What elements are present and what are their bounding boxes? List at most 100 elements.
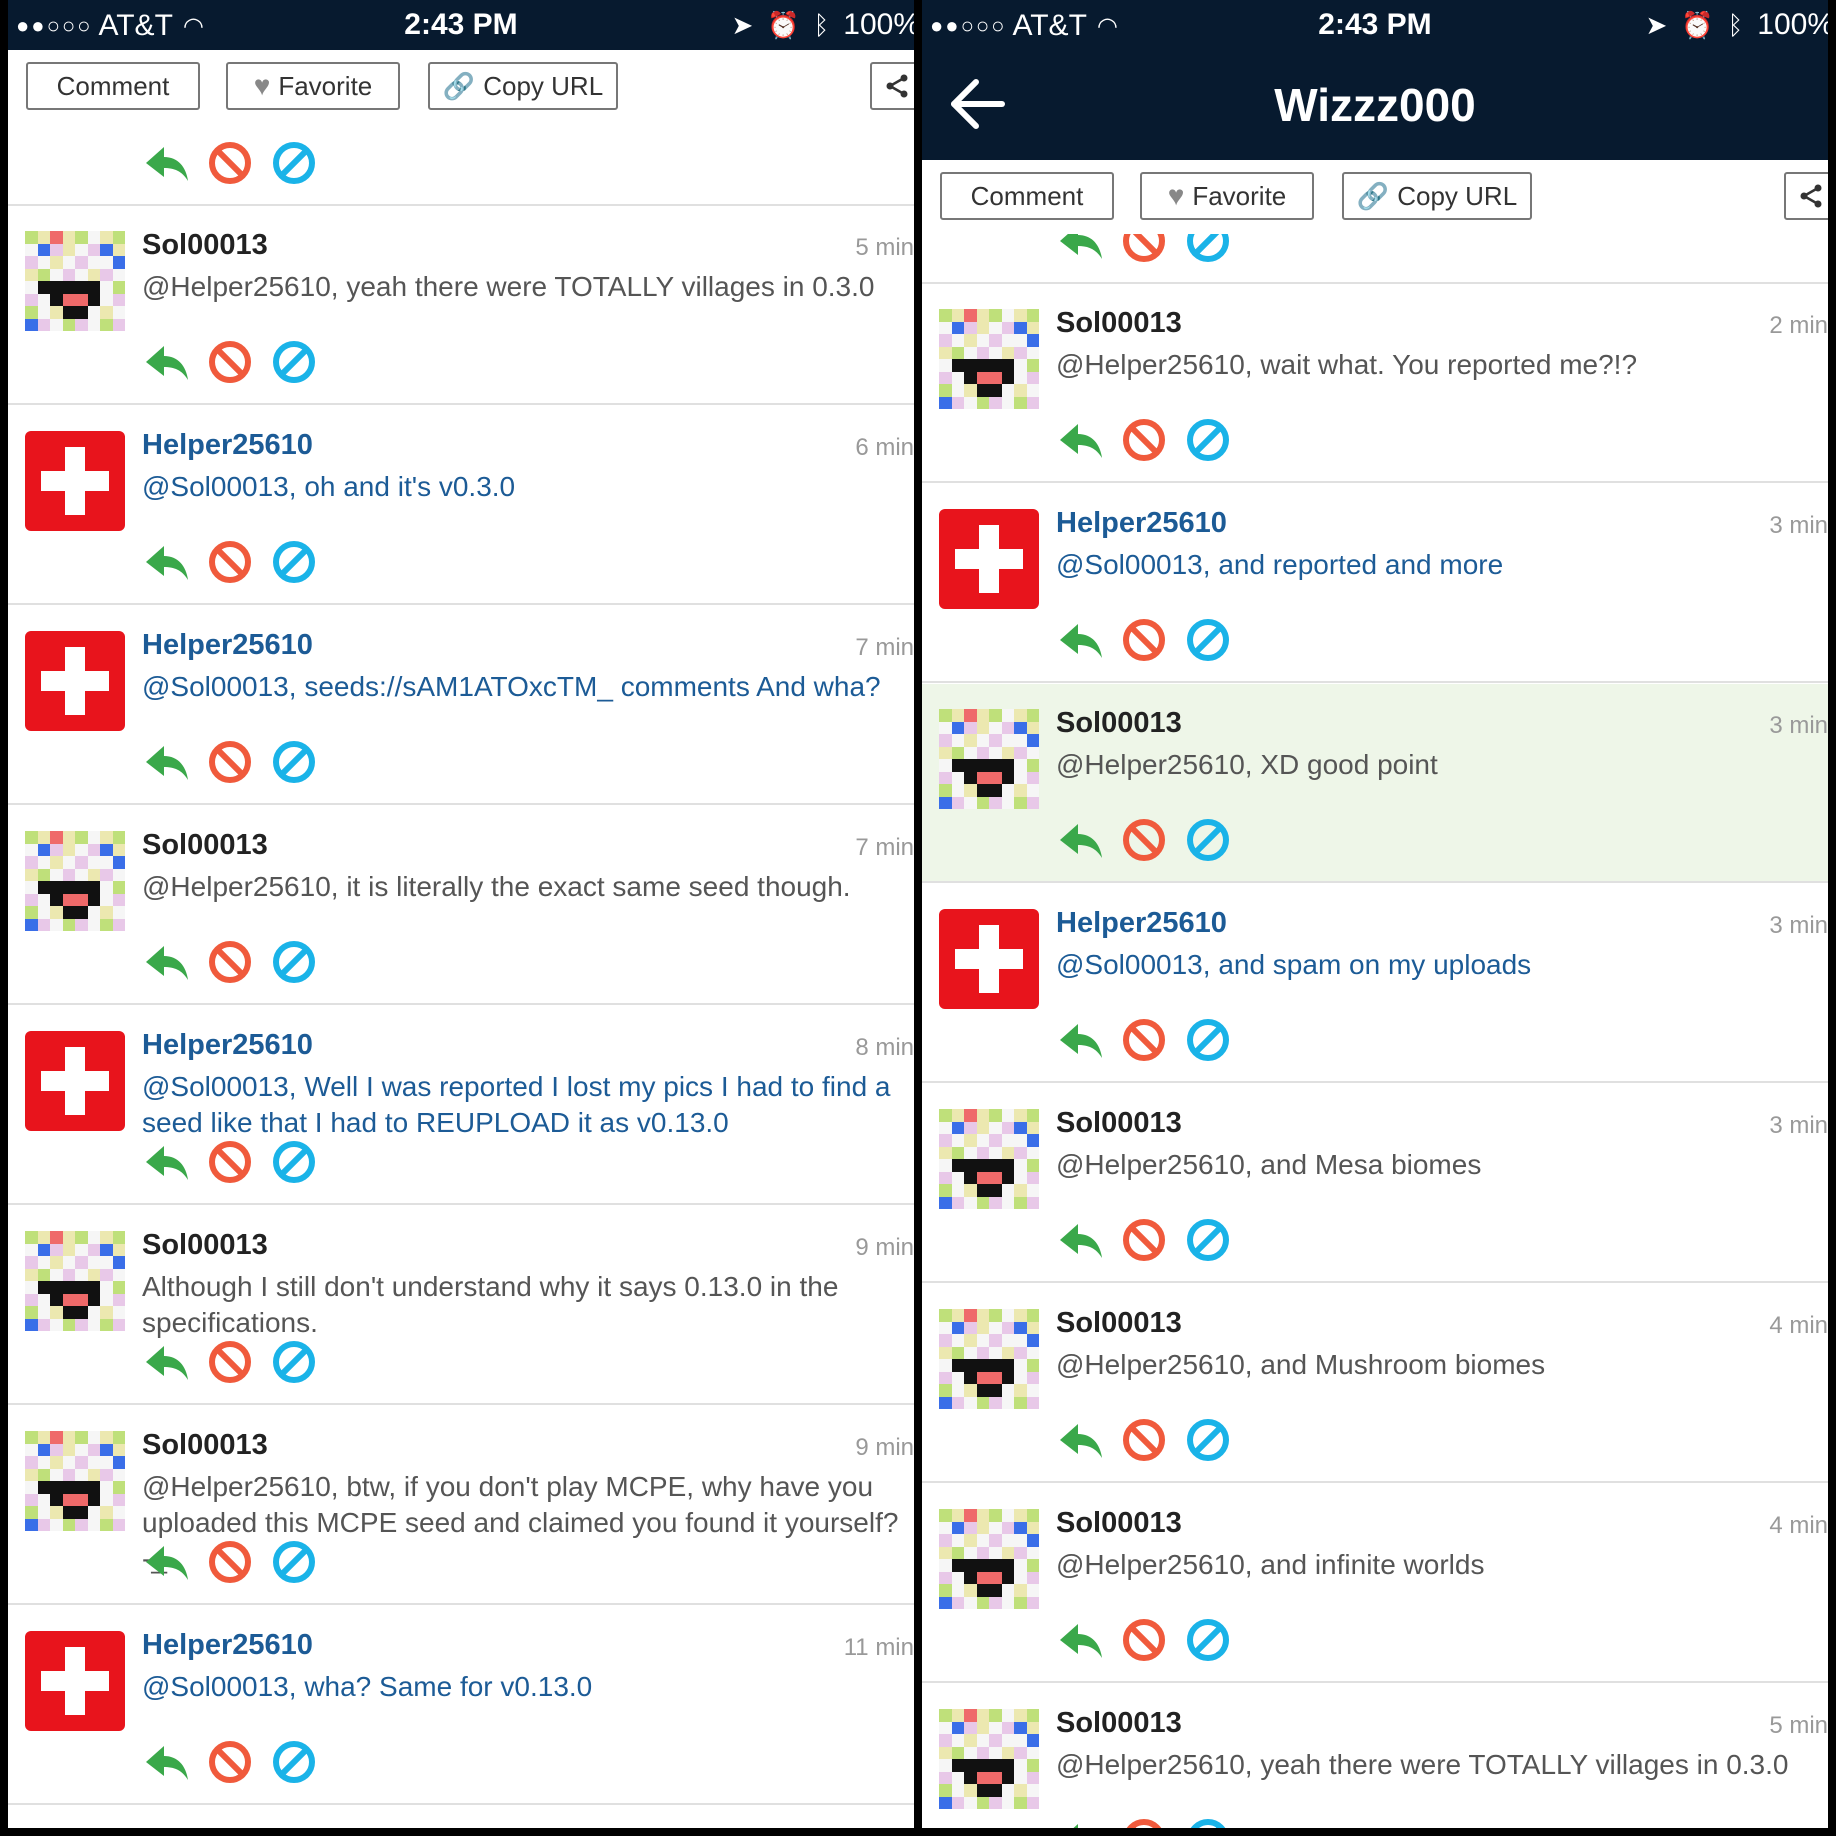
reply-arrow-icon[interactable] [1056, 1416, 1104, 1464]
list-item[interactable]: Sol00013 4 min @Helper25610, and infinite … [922, 1484, 1828, 1683]
comment-username[interactable]: Sol00013 [1056, 1707, 1182, 1740]
block-icon[interactable] [1120, 816, 1168, 864]
avatar[interactable] [25, 831, 125, 931]
list-item[interactable]: Sol00013 9 min Although I still don't unde… [8, 1206, 914, 1405]
block-icon[interactable] [1120, 1016, 1168, 1064]
block-icon[interactable] [1120, 616, 1168, 664]
reply-arrow-icon[interactable] [1056, 416, 1104, 464]
reply-arrow-icon[interactable] [142, 139, 190, 187]
report-icon[interactable] [1184, 1616, 1232, 1664]
report-icon[interactable] [1184, 416, 1232, 464]
avatar[interactable] [939, 309, 1039, 409]
reply-arrow-icon[interactable] [142, 938, 190, 986]
comment-username[interactable]: Sol00013 [142, 229, 268, 262]
share-button[interactable] [1784, 172, 1828, 220]
favorite-button[interactable]: ♥ Favorite [1140, 172, 1314, 220]
list-item[interactable]: Sol00013 5 min @Helper25610, yeah there we… [922, 1684, 1828, 1828]
report-icon[interactable] [1184, 1216, 1232, 1264]
reply-arrow-icon[interactable] [142, 738, 190, 786]
comment-username[interactable]: Helper25610 [1056, 507, 1227, 540]
block-icon[interactable] [1120, 234, 1168, 265]
list-item[interactable]: Sol00013 3 min @Helper25610, XD good point [922, 684, 1828, 883]
list-item[interactable]: Helper25610 3 min @Sol00013, and spam on m… [922, 884, 1828, 1083]
avatar[interactable] [939, 1709, 1039, 1809]
comment-username[interactable]: Helper25610 [142, 429, 313, 462]
block-icon[interactable] [1120, 1216, 1168, 1264]
block-icon[interactable] [1120, 1616, 1168, 1664]
block-icon[interactable] [206, 538, 254, 586]
list-item[interactable]: Helper25610 11 min @Sol00013, wha? Same fo… [8, 1606, 914, 1805]
list-item[interactable]: Helper25610 6 min @Sol00013, oh and it's v… [8, 406, 914, 605]
avatar[interactable] [939, 509, 1039, 609]
avatar[interactable] [939, 1109, 1039, 1209]
report-icon[interactable] [270, 538, 318, 586]
report-icon[interactable] [270, 1538, 318, 1586]
report-icon[interactable] [270, 938, 318, 986]
block-icon[interactable] [206, 1338, 254, 1386]
comment-button[interactable]: Comment [940, 172, 1114, 220]
favorite-button[interactable]: ♥ Favorite [226, 62, 400, 110]
comment-username[interactable]: Sol00013 [1056, 307, 1182, 340]
list-item[interactable]: Sol00013 5 min @Helper25610, yeah there we… [8, 206, 914, 405]
list-item[interactable]: Sol00013 9 min @Helper25610, btw, if you d… [8, 1406, 914, 1605]
reply-arrow-icon[interactable] [142, 538, 190, 586]
report-icon[interactable] [270, 139, 318, 187]
reply-arrow-icon[interactable] [1056, 816, 1104, 864]
block-icon[interactable] [206, 1138, 254, 1186]
report-icon[interactable] [1184, 1816, 1232, 1828]
comment-username[interactable]: Helper25610 [142, 1029, 313, 1062]
list-item[interactable]: Sol00013 3 min @Helper25610, and Mesa biom… [922, 1084, 1828, 1283]
block-icon[interactable] [206, 938, 254, 986]
block-icon[interactable] [206, 738, 254, 786]
avatar[interactable] [25, 431, 125, 531]
comment-username[interactable]: Sol00013 [142, 1429, 268, 1462]
reply-arrow-icon[interactable] [1056, 616, 1104, 664]
comment-username[interactable]: Helper25610 [1056, 907, 1227, 940]
avatar[interactable] [25, 1031, 125, 1131]
list-item[interactable]: Helper25610 8 min @Sol00013, Well I was re… [8, 1006, 914, 1205]
report-icon[interactable] [1184, 1416, 1232, 1464]
block-icon[interactable] [206, 338, 254, 386]
report-icon[interactable] [270, 1738, 318, 1786]
report-icon[interactable] [270, 338, 318, 386]
report-icon[interactable] [270, 1138, 318, 1186]
comment-username[interactable]: Helper25610 [142, 1629, 313, 1662]
list-item[interactable]: Helper25610 7 min @Sol00013, seeds://sAM1A… [8, 606, 914, 805]
block-icon[interactable] [206, 139, 254, 187]
avatar[interactable] [939, 1509, 1039, 1609]
reply-arrow-icon[interactable] [1056, 1216, 1104, 1264]
comment-username[interactable]: Sol00013 [1056, 707, 1182, 740]
comment-username[interactable]: Sol00013 [1056, 1507, 1182, 1540]
avatar[interactable] [939, 709, 1039, 809]
report-icon[interactable] [270, 1338, 318, 1386]
copy-url-button[interactable]: 🔗 Copy URL [1342, 172, 1532, 220]
reply-arrow-icon[interactable] [142, 1538, 190, 1586]
share-button[interactable] [870, 62, 914, 110]
report-icon[interactable] [270, 738, 318, 786]
avatar[interactable] [25, 1431, 125, 1531]
avatar[interactable] [25, 231, 125, 331]
list-item[interactable]: Sol00013 2 min @Helper25610, wait what. Yo… [922, 284, 1828, 483]
list-item[interactable]: Sol00013 4 min @Helper25610, and Mushroom … [922, 1284, 1828, 1483]
comment-username[interactable]: Sol00013 [142, 1229, 268, 1262]
block-icon[interactable] [1120, 1816, 1168, 1828]
comment-username[interactable]: Helper25610 [142, 629, 313, 662]
copy-url-button[interactable]: 🔗 Copy URL [428, 62, 618, 110]
reply-arrow-icon[interactable] [1056, 1816, 1104, 1828]
comment-username[interactable]: Sol00013 [1056, 1307, 1182, 1340]
list-item[interactable]: Helper25610 3 min @Sol00013, and reported … [922, 484, 1828, 683]
reply-arrow-icon[interactable] [142, 1338, 190, 1386]
reply-arrow-icon[interactable] [142, 1138, 190, 1186]
list-item[interactable]: Sol00013 7 min @Helper25610, it is literal… [8, 806, 914, 1005]
comment-username[interactable]: Sol00013 [142, 829, 268, 862]
reply-arrow-icon[interactable] [1056, 234, 1104, 265]
block-icon[interactable] [206, 1538, 254, 1586]
avatar[interactable] [25, 631, 125, 731]
block-icon[interactable] [206, 1738, 254, 1786]
reply-arrow-icon[interactable] [142, 338, 190, 386]
block-icon[interactable] [1120, 1416, 1168, 1464]
report-icon[interactable] [1184, 816, 1232, 864]
reply-arrow-icon[interactable] [1056, 1616, 1104, 1664]
comment-username[interactable]: Sol00013 [1056, 1107, 1182, 1140]
avatar[interactable] [25, 1231, 125, 1331]
